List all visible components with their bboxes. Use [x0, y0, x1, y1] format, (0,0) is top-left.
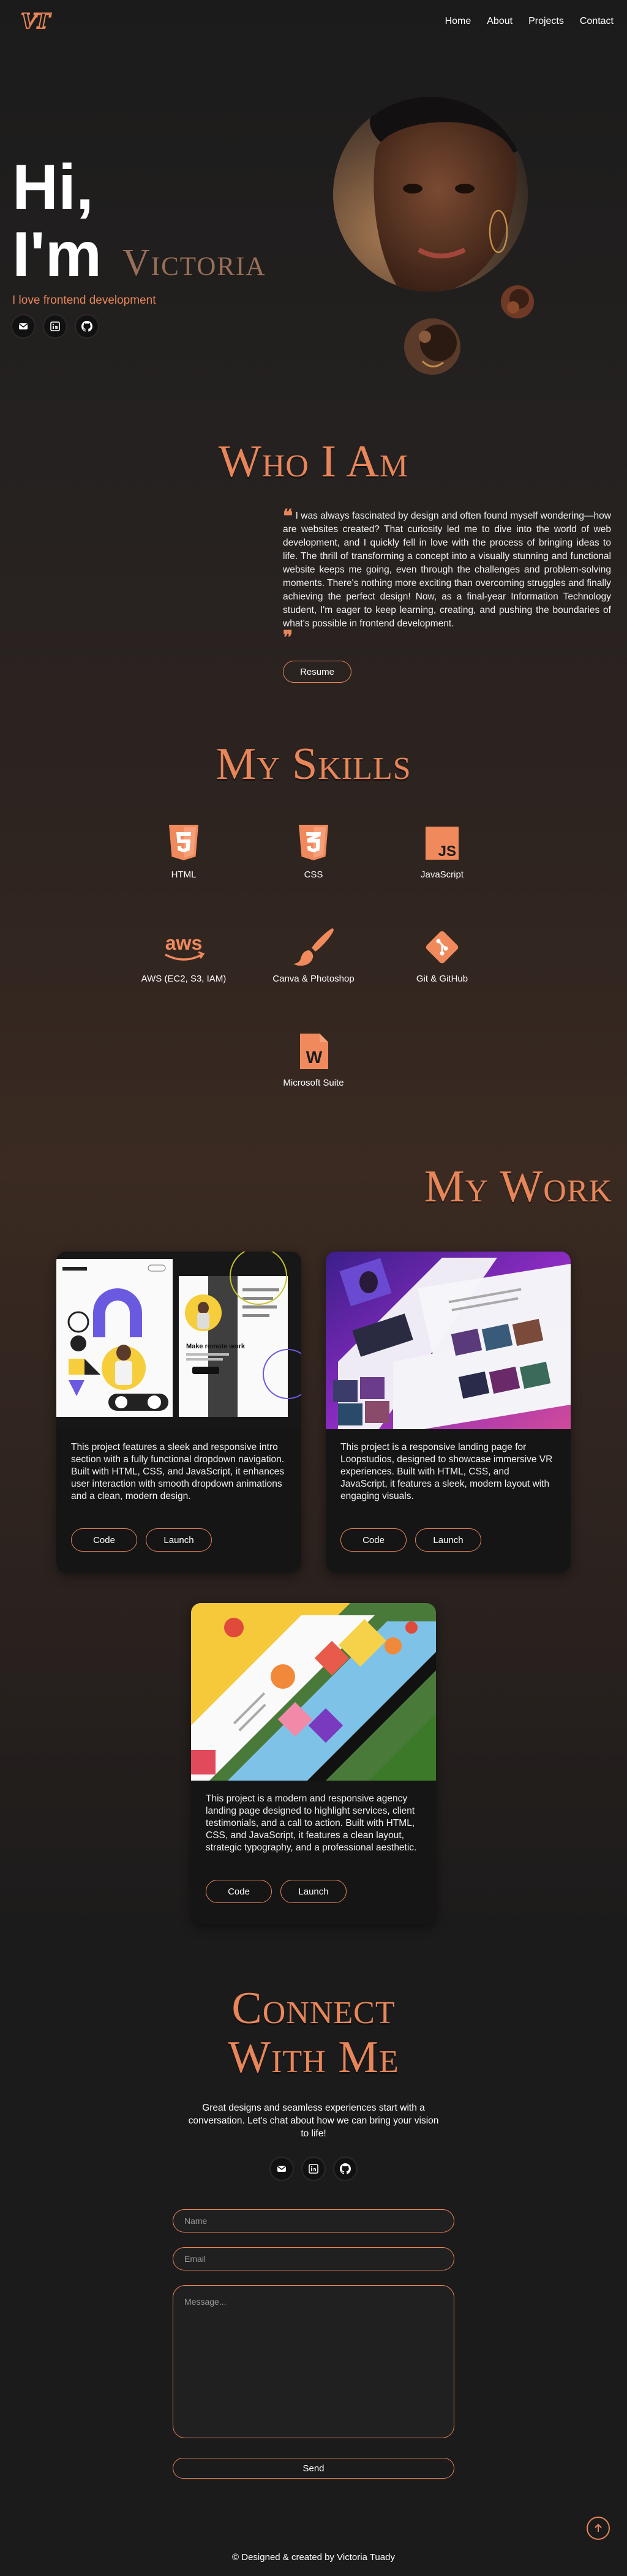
project-card: Make remote work This project features a… — [56, 1252, 301, 1572]
email-icon — [277, 2166, 286, 2172]
project-card: This project is a responsive landing pag… — [326, 1252, 571, 1572]
email-field[interactable]: Email — [173, 2247, 454, 2270]
site-logo[interactable]: VT — [16, 8, 53, 35]
footer-credit: © Designed & created by Victoria Tuady — [232, 2552, 395, 2563]
skill-item-css: CSS — [252, 822, 375, 880]
skill-label: CSS — [304, 869, 323, 880]
nav-link-contact[interactable]: Contact — [580, 16, 614, 27]
skill-label: Canva & Photoshop — [272, 974, 355, 984]
project-actions: Code Launch — [340, 1528, 481, 1552]
linkedin-link[interactable] — [44, 315, 66, 337]
nav-links: Home About Projects Contact — [445, 16, 614, 27]
back-to-top-button[interactable] — [587, 2517, 610, 2540]
hero-socials — [12, 315, 98, 337]
skill-label: JavaScript — [420, 869, 464, 880]
hero-tagline: I love frontend development — [12, 294, 156, 307]
message-placeholder: Message... — [184, 2297, 227, 2307]
contact-title-line2: With Me — [228, 2032, 399, 2082]
preview-heading: Make remote work — [186, 1343, 246, 1350]
skill-item-javascript: JS JavaScript — [381, 822, 503, 880]
nav-link-home[interactable]: Home — [445, 16, 471, 27]
launch-button[interactable]: Launch — [146, 1528, 212, 1552]
aws-icon: aws — [165, 932, 205, 961]
skill-item-git-github: Git & GitHub — [381, 926, 503, 984]
skill-label: Microsoft Suite — [283, 1078, 344, 1088]
nav-link-projects[interactable]: Projects — [528, 16, 564, 27]
project-description: This project features a sleek and respon… — [71, 1442, 285, 1501]
project-card: This project is a modern and responsive … — [191, 1603, 436, 1924]
name-placeholder: Name — [184, 2216, 208, 2226]
git-icon — [426, 931, 459, 964]
top-navigation: VT Home About Projects Contact — [0, 0, 627, 43]
skill-item-canva-photoshop: Canva & Photoshop — [252, 926, 375, 984]
name-field[interactable]: Name — [173, 2209, 454, 2232]
project-actions: Code Launch — [206, 1880, 347, 1903]
project-preview-image — [326, 1252, 571, 1429]
svg-text:aws: aws — [165, 932, 202, 954]
github-link[interactable] — [334, 2158, 356, 2180]
resume-button[interactable]: Resume — [283, 661, 351, 683]
arrow-up-icon — [595, 2523, 602, 2532]
contact-subtitle: Great designs and seamless experiences s… — [188, 2103, 439, 2139]
github-icon — [340, 2163, 351, 2174]
about-text: I was always fascinated by design and of… — [283, 511, 611, 629]
message-field[interactable]: Message... — [173, 2285, 454, 2438]
project-description: This project is a responsive landing pag… — [340, 1442, 553, 1501]
contact-section-title: Connect With Me — [0, 1984, 627, 2082]
project-preview-image: Make remote work — [56, 1252, 301, 1429]
work-section-title: My Work — [424, 1162, 612, 1212]
about-section-title: Who I Am — [218, 437, 409, 487]
decorative-photo-bubble-large — [404, 318, 460, 375]
email-icon — [19, 323, 28, 329]
linkedin-icon — [309, 2164, 318, 2174]
project-description: This project is a modern and responsive … — [206, 1793, 417, 1853]
contact-socials — [271, 2158, 356, 2180]
decorative-photo-bubble-small — [501, 285, 534, 318]
linkedin-link[interactable] — [302, 2158, 325, 2180]
contact-title-line1: Connect — [231, 1983, 396, 2033]
skill-item-html: HTML — [122, 822, 245, 880]
javascript-icon: JS — [426, 827, 459, 860]
css3-icon — [299, 825, 328, 860]
code-button[interactable]: Code — [71, 1528, 137, 1552]
skill-label: Git & GitHub — [416, 974, 468, 984]
paintbrush-icon — [293, 928, 334, 966]
skill-item-aws: aws AWS (EC2, S3, IAM) — [122, 926, 245, 984]
skill-item-microsoft-suite: W Microsoft Suite — [252, 1030, 375, 1088]
skill-label: AWS (EC2, S3, IAM) — [141, 974, 227, 984]
close-quote-icon: ❞ — [283, 628, 293, 648]
project-preview-image — [191, 1603, 436, 1781]
email-link[interactable] — [12, 315, 34, 337]
skills-section-title: My Skills — [216, 739, 411, 789]
email-placeholder: Email — [184, 2254, 206, 2264]
profile-photo — [333, 97, 528, 291]
github-link[interactable] — [76, 315, 98, 337]
svg-text:W: W — [306, 1048, 323, 1067]
hero-intro: I'm — [12, 219, 102, 290]
skill-label: HTML — [171, 869, 197, 880]
project-actions: Code Launch — [71, 1528, 212, 1552]
svg-text:JS: JS — [438, 843, 456, 860]
github-icon — [81, 321, 92, 332]
code-button[interactable]: Code — [340, 1528, 407, 1552]
email-link[interactable] — [271, 2158, 293, 2180]
launch-button[interactable]: Launch — [280, 1880, 347, 1903]
nav-link-about[interactable]: About — [487, 16, 512, 27]
html5-icon — [169, 825, 198, 860]
hero-greeting: Hi, — [12, 152, 94, 223]
about-bio: ❝ I was always fascinated by design and … — [283, 508, 611, 647]
send-button[interactable]: Send — [173, 2458, 454, 2479]
word-icon: W — [300, 1034, 328, 1069]
hero-name: Victoria — [122, 242, 266, 284]
linkedin-icon — [50, 321, 60, 331]
code-button[interactable]: Code — [206, 1880, 272, 1903]
hero-section: Hi, I'm Victoria I love frontend develop… — [0, 92, 627, 386]
launch-button[interactable]: Launch — [415, 1528, 481, 1552]
